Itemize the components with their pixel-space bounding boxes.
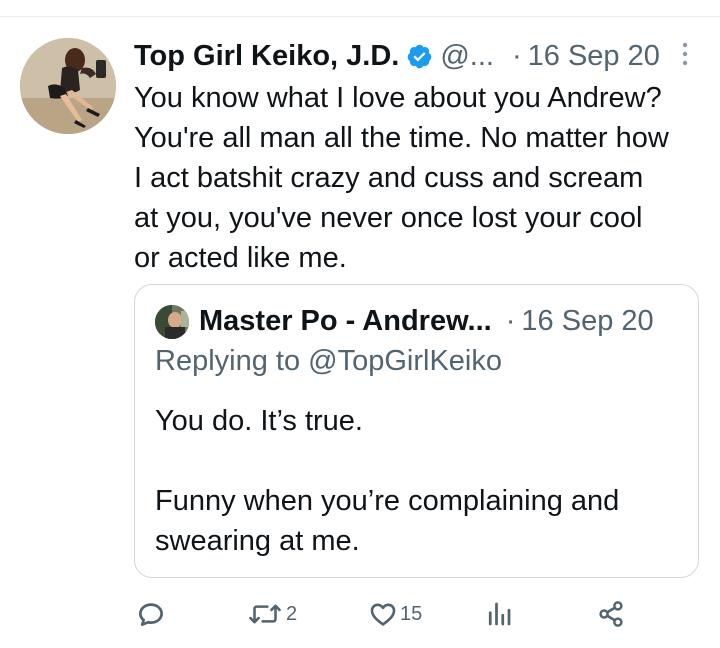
author-handle[interactable]: @...	[440, 40, 494, 73]
tweet-text: You know what I love about you Andrew? Y…	[134, 82, 669, 274]
quoted-tweet-text: You do. It’s true. Funny when you’re com…	[155, 405, 620, 557]
retweet-button[interactable]: 2	[246, 594, 297, 634]
header-separator: ·	[511, 39, 522, 72]
retweet-count: 2	[286, 602, 298, 625]
quoted-tweet[interactable]: Master Po - Andrew... · 16 Sep 20 Replyi…	[134, 284, 699, 578]
heart-icon	[370, 603, 396, 626]
like-button[interactable]: 15	[368, 594, 422, 634]
share-button[interactable]	[596, 594, 628, 634]
quoted-tweet-header: Master Po - Andrew... · 16 Sep 20	[199, 301, 654, 341]
reply-icon	[139, 603, 163, 626]
author-avatar[interactable]	[20, 38, 116, 134]
more-vertical-icon[interactable]	[678, 40, 692, 70]
tweet-date[interactable]: 16 Sep 20	[528, 40, 660, 73]
tweet-actions: 2 15	[134, 594, 694, 634]
quoted-tweet-date[interactable]: 16 Sep 20	[521, 305, 653, 338]
tweet-header: Top Girl Keiko, J.D. @... · 16 Sep 20	[134, 36, 704, 76]
verified-badge-icon	[406, 43, 433, 70]
quoted-header-separator: ·	[505, 304, 516, 337]
top-divider	[0, 16, 720, 17]
reply-button[interactable]	[136, 594, 168, 634]
author-name[interactable]: Top Girl Keiko, J.D.	[134, 40, 399, 73]
like-count: 15	[400, 602, 423, 625]
quoted-avatar-photo	[155, 305, 189, 339]
quoted-author-name[interactable]: Master Po - Andrew...	[199, 305, 492, 338]
analytics-icon	[488, 602, 511, 626]
replying-to-label[interactable]: Replying to @TopGirlKeiko	[155, 345, 502, 378]
retweet-icon	[249, 604, 281, 624]
analytics-button[interactable]	[484, 594, 516, 634]
share-icon	[599, 601, 623, 627]
quoted-author-avatar[interactable]	[155, 305, 189, 339]
avatar-photo	[20, 38, 116, 134]
